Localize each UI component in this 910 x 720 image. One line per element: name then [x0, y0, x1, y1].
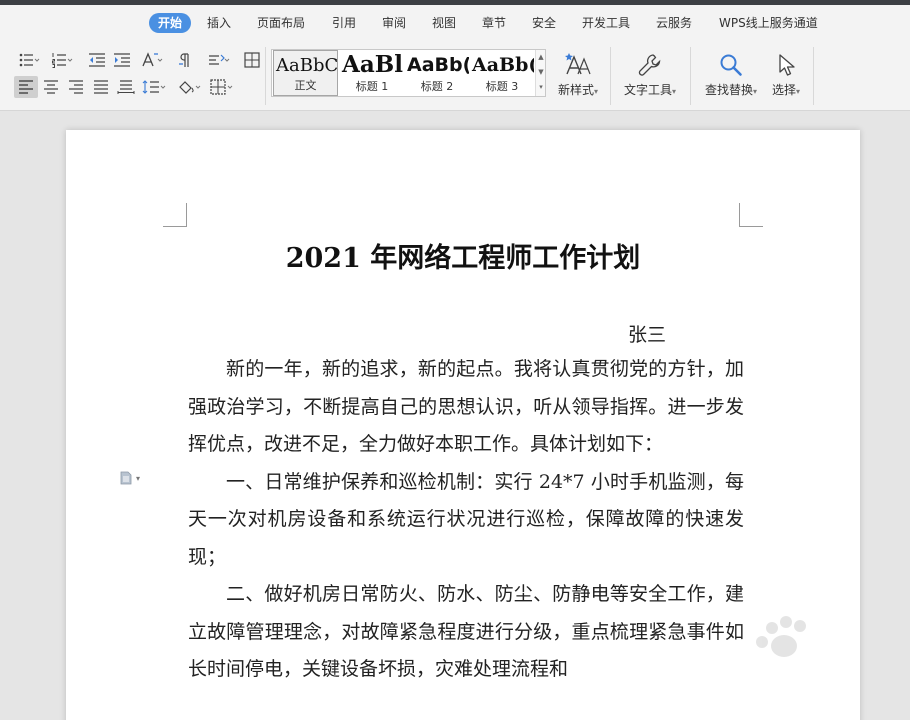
text-tools-button[interactable]: 文字工具▾: [616, 51, 684, 103]
body-paragraph[interactable]: 一、日常维护保养和巡检机制：实行 24*7 小时手机监测，每天一次对机房设备和系…: [188, 464, 744, 577]
tab-section[interactable]: 章节: [482, 13, 506, 33]
tab-wps-online-services[interactable]: WPS线上服务通道: [719, 13, 818, 33]
chinese-layout-button[interactable]: [140, 49, 164, 71]
tab-home[interactable]: 开始: [149, 13, 192, 33]
decrease-indent-icon: [89, 53, 105, 67]
text-tools-label: 文字工具: [623, 83, 672, 97]
paragraph-mark-icon: [179, 53, 189, 67]
align-center-button[interactable]: [39, 76, 63, 98]
dropdown-caret-icon: ▾: [753, 87, 758, 96]
justify-icon: [94, 80, 108, 94]
gallery-down-arrow-icon[interactable]: ▼: [537, 65, 545, 80]
increase-indent-button[interactable]: [110, 49, 134, 71]
select-button[interactable]: 选择▾: [765, 51, 807, 103]
numbered-list-icon: [52, 53, 73, 68]
paint-bucket-icon: [179, 81, 201, 94]
gallery-expand-icon[interactable]: ▾: [537, 80, 545, 95]
new-style-label: 新样式: [557, 83, 594, 97]
distributed-align-icon: [117, 80, 135, 94]
new-style-icon: [564, 51, 592, 79]
paragraph-layout-button[interactable]: ▾: [119, 470, 147, 486]
sort-button[interactable]: [207, 49, 231, 71]
dropdown-caret-icon: ▾: [136, 473, 141, 483]
sort-icon: [209, 54, 230, 65]
document-body[interactable]: 新的一年，新的追求，新的起点。我将认真贯彻党的方针，加强政治学习，不断提高自己的…: [188, 351, 744, 689]
dropdown-caret-icon: ▾: [796, 87, 801, 96]
style-label: 正文: [294, 79, 317, 92]
tab-page-layout[interactable]: 页面布局: [257, 13, 305, 33]
style-heading-2[interactable]: AaBb( 标题 2: [405, 50, 469, 96]
tab-insert[interactable]: 插入: [207, 13, 231, 33]
search-icon: [717, 51, 745, 79]
dropdown-caret-icon: ▾: [594, 87, 599, 96]
find-replace-button[interactable]: 查找替换▾: [697, 51, 765, 103]
style-heading-1[interactable]: AaBl 标题 1: [340, 50, 404, 96]
select-label: 选择: [771, 83, 796, 97]
ribbon-toolbar: AaBbC 正文 AaBl 标题 1 AaBb( 标题 2 AaBb( 标题 3…: [0, 41, 910, 111]
document-author[interactable]: 张三: [628, 320, 666, 347]
table-icon: [244, 52, 260, 68]
style-label: 标题 1: [355, 80, 389, 93]
show-hide-marks-button[interactable]: [175, 49, 199, 71]
style-normal[interactable]: AaBbC 正文: [273, 50, 338, 96]
gallery-up-arrow-icon[interactable]: ▲: [537, 50, 545, 65]
increase-indent-icon: [114, 53, 130, 67]
document-title[interactable]: 2021 年网络工程师工作计划: [66, 236, 860, 275]
style-gallery-scroll: ▲ ▼ ▾: [535, 50, 545, 96]
decrease-indent-button[interactable]: [85, 49, 109, 71]
align-right-button[interactable]: [64, 76, 88, 98]
menu-bar: 开始 插入 页面布局 引用 审阅 视图 章节 安全 开发工具 云服务 WPS线上…: [0, 5, 910, 41]
cursor-arrow-icon: [772, 51, 800, 79]
align-left-icon: [19, 80, 33, 94]
tab-references[interactable]: 引用: [332, 13, 356, 33]
ribbon-separator: [813, 47, 814, 105]
justify-button[interactable]: [89, 76, 113, 98]
tab-developer-tools[interactable]: 开发工具: [582, 13, 630, 33]
document-page[interactable]: 2021 年网络工程师工作计划 张三 新的一年，新的追求，新的起点。我将认真贯彻…: [66, 130, 860, 720]
body-paragraph[interactable]: 二、做好机房日常防火、防水、防尘、防静电等安全工作，建立故障管理理念，对故障紧急…: [188, 576, 744, 689]
style-sample: AaBb(: [407, 54, 469, 76]
distributed-align-button[interactable]: [114, 76, 138, 98]
body-paragraph[interactable]: 新的一年，新的追求，新的起点。我将认真贯彻党的方针，加强政治学习，不断提高自己的…: [188, 351, 744, 464]
borders-icon: [210, 79, 233, 95]
style-sample: AaBb(: [472, 54, 534, 76]
ribbon-separator: [610, 47, 611, 105]
style-label: 标题 3: [485, 80, 519, 93]
style-sample: AaBl: [342, 51, 403, 78]
dropdown-caret-icon: ▾: [672, 87, 677, 96]
new-style-button[interactable]: 新样式▾: [552, 51, 604, 103]
borders-button[interactable]: [210, 76, 234, 98]
bullet-list-icon: [19, 53, 40, 67]
shading-button[interactable]: [177, 76, 201, 98]
tab-cloud-services[interactable]: 云服务: [656, 13, 692, 33]
style-heading-3[interactable]: AaBb( 标题 3: [470, 50, 534, 96]
document-icon: [120, 471, 132, 485]
style-label: 标题 2: [420, 80, 454, 93]
style-gallery: AaBbC 正文 AaBl 标题 1 AaBb( 标题 2 AaBb( 标题 3…: [271, 49, 546, 97]
line-spacing-icon: [142, 80, 166, 94]
numbered-list-button[interactable]: [50, 49, 74, 71]
tab-security[interactable]: 安全: [532, 13, 556, 33]
chinese-layout-icon: [142, 52, 163, 67]
tab-review[interactable]: 审阅: [382, 13, 406, 33]
margin-corner-mark: [163, 203, 187, 227]
margin-corner-mark: [739, 203, 763, 227]
align-right-icon: [69, 80, 83, 94]
line-spacing-button[interactable]: [142, 76, 166, 98]
bullet-list-button[interactable]: [17, 49, 41, 71]
align-left-button[interactable]: [14, 76, 38, 98]
align-center-icon: [44, 80, 58, 94]
tab-view[interactable]: 视图: [432, 13, 456, 33]
ribbon-separator: [690, 47, 691, 105]
table-layout-button[interactable]: [240, 49, 264, 71]
style-sample: AaBbC: [276, 55, 338, 76]
ribbon-separator: [265, 47, 266, 105]
wrench-icon: [636, 51, 664, 79]
find-replace-label: 查找替换: [704, 83, 753, 97]
